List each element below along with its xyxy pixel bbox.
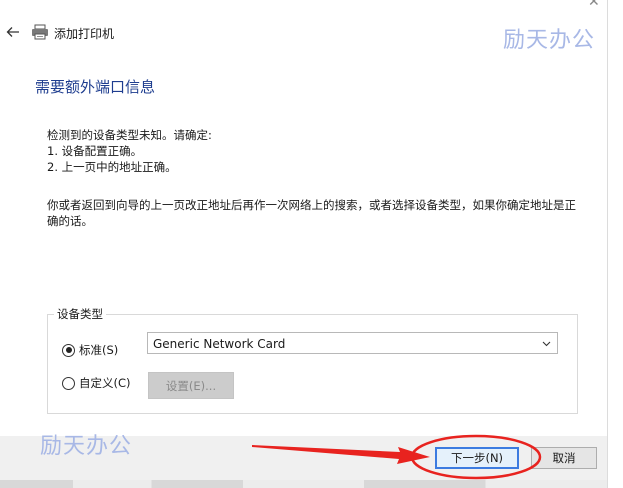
next-button[interactable]: 下一步(N) bbox=[435, 447, 519, 469]
instruction-paragraph: 你或者返回到向导的上一页改正地址后再作一次网络上的搜索，或者选择设备类型，如果你… bbox=[47, 198, 576, 228]
add-printer-dialog: ✕ 添加打印机 励天办公 需要额外端口信息 检测到的设备类型未知。请确定: 1.… bbox=[0, 0, 623, 488]
printer-icon bbox=[32, 24, 48, 40]
back-arrow-icon[interactable] bbox=[6, 25, 20, 39]
custom-radio-option[interactable]: 自定义(C) bbox=[62, 375, 131, 391]
standard-radio[interactable] bbox=[62, 343, 75, 357]
watermark-top: 励天办公 bbox=[503, 28, 596, 53]
chevron-down-icon bbox=[542, 341, 551, 347]
standard-radio-option[interactable]: 标准(S) bbox=[62, 342, 118, 358]
window-title: 添加打印机 bbox=[54, 27, 115, 41]
window-border bbox=[607, 0, 608, 488]
annotation-overlay bbox=[252, 434, 542, 480]
description: 检测到的设备类型未知。请确定: 1. 设备配置正确。 2. 上一页中的地址正确。 bbox=[47, 127, 212, 175]
settings-button: 设置(E)... bbox=[148, 372, 234, 399]
device-type-select[interactable]: Generic Network Card bbox=[147, 332, 558, 354]
taskbar-strip bbox=[0, 480, 607, 488]
close-icon[interactable]: ✕ bbox=[588, 0, 600, 10]
standard-radio-label: 标准(S) bbox=[79, 343, 119, 357]
custom-radio[interactable] bbox=[62, 376, 75, 390]
device-type-group-label: 设备类型 bbox=[54, 306, 106, 322]
device-type-group: 设备类型 标准(S) Generic Network Card 自定义(C) 设… bbox=[47, 306, 578, 414]
description-line: 1. 设备配置正确。 bbox=[47, 144, 143, 158]
cancel-button[interactable]: 取消 bbox=[531, 447, 597, 469]
description-line: 2. 上一页中的地址正确。 bbox=[47, 160, 177, 174]
watermark-bottom: 励天办公 bbox=[40, 434, 133, 459]
page-title: 需要额外端口信息 bbox=[35, 78, 156, 96]
custom-radio-label: 自定义(C) bbox=[79, 376, 131, 390]
description-line: 检测到的设备类型未知。请确定: bbox=[47, 128, 212, 142]
device-type-select-value: Generic Network Card bbox=[153, 337, 286, 351]
